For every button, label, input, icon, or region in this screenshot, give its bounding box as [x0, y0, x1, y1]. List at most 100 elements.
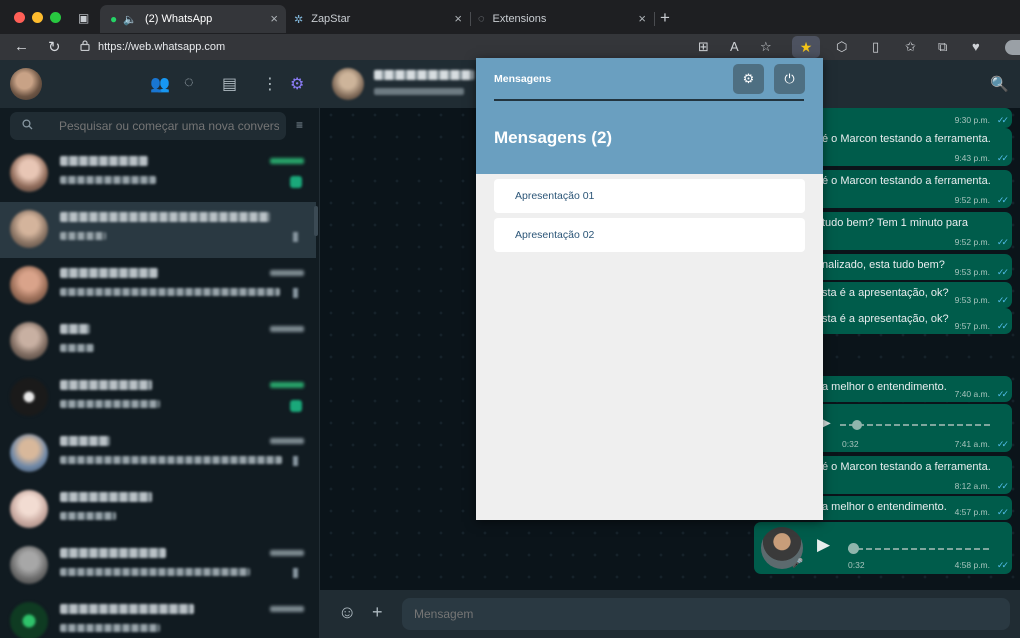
contact-avatar	[10, 266, 48, 304]
community-icon[interactable]: 👥	[150, 74, 170, 94]
new-tab-button[interactable]: +	[660, 8, 670, 28]
maximize-window-button[interactable]	[50, 12, 61, 23]
message-time: 9:52 p.m.	[954, 195, 990, 205]
contact-avatar	[10, 322, 48, 360]
message-bubble[interactable]: nalizado, esta tudo bem? 9:53 p.m. ✓✓	[816, 254, 1012, 280]
play-icon[interactable]: ▶	[817, 535, 830, 555]
message-text: tudo bem? Tem 1 minuto para	[822, 217, 968, 229]
zapstar-extension-button[interactable]: ★	[792, 36, 820, 58]
attach-icon[interactable]: +	[372, 602, 383, 623]
audio-message[interactable]: 🎤 ▶ 0:32 4:58 p.m. ✓✓	[754, 522, 1012, 574]
audio-scrubber[interactable]	[852, 420, 862, 430]
read-aloud-icon[interactable]: A	[730, 39, 739, 54]
chat-list-item[interactable]	[0, 146, 316, 202]
close-window-button[interactable]	[14, 12, 25, 23]
contact-avatar[interactable]	[332, 68, 364, 100]
gear-icon[interactable]: ⚙	[290, 74, 304, 94]
message-time: 7:40 a.m.	[954, 389, 990, 399]
message-bubble[interactable]: a melhor o entendimento. 4:57 p.m. ✓✓	[816, 496, 1012, 520]
message-template-list: Apresentação 01 Apresentação 02	[494, 179, 805, 257]
speaker-icon[interactable]: 🔈	[123, 13, 137, 26]
message-bubble[interactable]: 9:30 p.m. ✓✓	[816, 108, 1012, 128]
message-time: 8:12 a.m.	[954, 481, 990, 491]
status-icon[interactable]: ◌	[184, 74, 194, 92]
chat-time-redacted	[270, 382, 304, 388]
unread-badge	[290, 176, 302, 188]
menu-icon[interactable]: ⋮	[262, 74, 278, 94]
audio-waveform[interactable]	[848, 548, 992, 550]
chat-list-item-selected[interactable]	[0, 202, 316, 258]
message-bubble[interactable]: a melhor o entendimento. 7:40 a.m. ✓✓	[816, 376, 1012, 402]
message-time: 9:57 p.m.	[954, 321, 990, 331]
message-text: nalizado, esta tudo bem?	[822, 259, 945, 271]
composer-bar: ☺ +	[320, 590, 1020, 638]
favorites-bar-icon[interactable]: ✩	[905, 39, 916, 55]
message-template-item[interactable]: Apresentação 02	[494, 218, 805, 252]
tab-zapstar[interactable]: ✲ ZapStar ×	[288, 5, 470, 33]
tab-grid-icon[interactable]: ⊞	[698, 39, 709, 55]
filter-icon[interactable]: ≡	[296, 118, 303, 132]
chat-list-item[interactable]	[0, 594, 316, 638]
pinned-marker	[293, 232, 298, 242]
favorite-icon[interactable]: ☆	[760, 39, 772, 55]
double-check-icon: ✓✓	[996, 195, 1009, 205]
my-avatar[interactable]	[10, 68, 42, 100]
message-time: 4:57 p.m.	[954, 507, 990, 517]
chat-sidebar: 👥 ◌ ▤ ⋮ ⚙ ≡	[0, 60, 320, 638]
message-text: a melhor o entendimento.	[822, 381, 947, 393]
message-bubble[interactable]: sta é a apresentação, ok? 9:53 p.m. ✓✓	[816, 282, 1012, 308]
chat-list-item[interactable]	[0, 314, 316, 370]
message-template-item[interactable]: Apresentação 01	[494, 179, 805, 213]
chat-list-item[interactable]	[0, 482, 316, 538]
back-icon[interactable]: ←	[14, 38, 29, 55]
chat-list-scrollbar[interactable]	[314, 206, 318, 236]
contact-avatar	[10, 490, 48, 528]
contact-avatar	[10, 434, 48, 472]
settings-button[interactable]: ⚙	[733, 64, 764, 94]
tab-actions-icon[interactable]: ▣	[78, 11, 89, 25]
message-bubble[interactable]: sta é a apresentação, ok? 9:57 p.m. ✓✓	[816, 308, 1012, 334]
chat-list-item[interactable]	[0, 426, 316, 482]
search-box[interactable]	[10, 112, 286, 140]
power-button[interactable]: ⏻	[774, 64, 805, 94]
message-bubble[interactable]: é o Marcon testando a ferramenta. 9:43 p…	[816, 128, 1012, 166]
chat-list-item[interactable]	[0, 538, 316, 594]
split-screen-icon[interactable]: ▯	[872, 39, 879, 55]
message-bubble[interactable]: tudo bem? Tem 1 minuto para 9:52 p.m. ✓✓	[816, 212, 1012, 250]
chat-list-item[interactable]	[0, 370, 316, 426]
tab-whatsapp[interactable]: ● 🔈 (2) WhatsApp ×	[100, 5, 286, 33]
extensions-icon[interactable]: ⬡	[836, 39, 847, 55]
header-divider	[494, 99, 804, 101]
close-tab-icon[interactable]: ×	[270, 11, 278, 26]
browser-essentials-icon[interactable]: ♥	[972, 39, 980, 54]
new-chat-icon[interactable]: ▤	[222, 74, 237, 94]
audio-scrubber[interactable]	[848, 543, 859, 554]
url-field[interactable]: https://web.whatsapp.com	[80, 37, 720, 57]
audio-duration: 0:32	[848, 560, 865, 570]
close-tab-icon[interactable]: ×	[454, 11, 462, 26]
message-text: é o Marcon testando a ferramenta.	[822, 461, 991, 473]
message-bubble[interactable]: é o Marcon testando a ferramenta. 9:52 p…	[816, 170, 1012, 208]
audio-message[interactable]: ▶ 0:32 7:41 a.m. ✓✓	[816, 404, 1012, 452]
pinned-marker	[293, 288, 298, 298]
tab-extensions[interactable]: ◌ Extensions ×	[472, 5, 654, 33]
collections-icon[interactable]: ⧉	[938, 39, 947, 55]
double-check-icon: ✓✓	[996, 153, 1009, 163]
minimize-window-button[interactable]	[32, 12, 43, 23]
reload-icon[interactable]: ↻	[48, 38, 61, 56]
chat-list	[0, 146, 316, 638]
message-bubble[interactable]: é o Marcon testando a ferramenta. 8:12 a…	[816, 456, 1012, 494]
whatsapp-icon: ●	[110, 12, 118, 26]
search-input[interactable]	[59, 119, 279, 133]
profile-avatar[interactable]	[1005, 40, 1020, 55]
audio-waveform[interactable]	[840, 424, 990, 426]
close-tab-icon[interactable]: ×	[638, 11, 646, 26]
lock-icon[interactable]	[80, 40, 90, 54]
message-input[interactable]	[414, 607, 974, 621]
message-composer[interactable]	[402, 598, 1010, 630]
message-time: 9:43 p.m.	[954, 153, 990, 163]
emoji-icon[interactable]: ☺	[338, 602, 356, 623]
search-icon[interactable]: 🔍	[990, 75, 1009, 93]
chat-list-item[interactable]	[0, 258, 316, 314]
contact-name-redacted	[60, 604, 194, 614]
